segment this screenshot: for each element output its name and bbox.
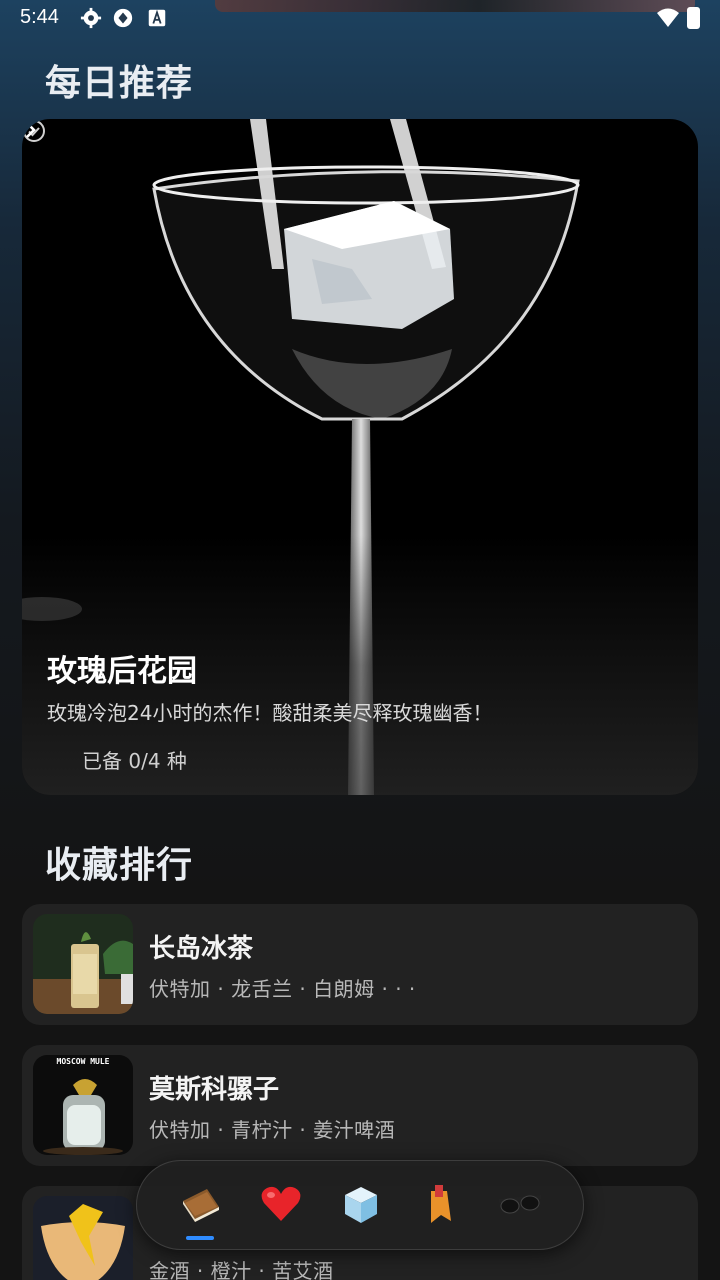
- ingredient-stock: 已备 0/4 种: [82, 749, 187, 773]
- status-time: 5:44: [20, 6, 59, 28]
- cocktail-thumbnail: [33, 1196, 133, 1280]
- item-ingredients: 伏特加 · 龙舌兰 · 白朗姆 · · ·: [149, 977, 416, 1001]
- ice-cube-icon[interactable]: [337, 1181, 383, 1227]
- tag-icon[interactable]: [417, 1181, 463, 1227]
- favorites-section-title: 收藏排行: [45, 845, 194, 886]
- sync-icon: [113, 8, 133, 28]
- item-name: 长岛冰茶: [149, 934, 254, 964]
- recipe-description: 玫瑰冷泡24小时的杰作！酸甜柔美尽释玫瑰幽香！: [47, 701, 493, 725]
- battery-icon: [687, 7, 700, 29]
- list-item[interactable]: MOSCOW MULE 莫斯科骡子 伏特加 · 青柠汁 · 姜汁啤酒: [22, 1045, 698, 1166]
- item-name: 莫斯科骡子: [149, 1075, 280, 1105]
- item-ingredients: 伏特加 · 青柠汁 · 姜汁啤酒: [149, 1118, 396, 1142]
- status-bar: 5:44: [0, 0, 720, 36]
- font-icon: [148, 9, 166, 27]
- long-island-thumbnail: [33, 914, 133, 1014]
- notebook-icon[interactable]: [177, 1181, 223, 1227]
- active-tab-indicator: [186, 1236, 214, 1240]
- daily-recipe-card[interactable]: 玫瑰后花园 玫瑰冷泡24小时的杰作！酸甜柔美尽释玫瑰幽香！ 已备 0/4 种: [22, 119, 698, 795]
- sunglasses-icon[interactable]: [497, 1181, 543, 1227]
- chevron-right-icon[interactable]: [22, 119, 40, 141]
- moscow-mule-thumbnail: MOSCOW MULE: [33, 1055, 133, 1155]
- settings-icon: [80, 7, 102, 29]
- item-ingredients: 金酒 · 橙汁 · 苦艾酒: [149, 1259, 334, 1280]
- image-peek: [215, 0, 695, 12]
- wifi-icon: [657, 8, 679, 27]
- daily-section-title: 每日推荐: [45, 63, 194, 104]
- thumbnail-caption: MOSCOW MULE: [56, 1057, 110, 1066]
- bottom-nav-bar: [136, 1160, 584, 1250]
- list-item[interactable]: 长岛冰茶 伏特加 · 龙舌兰 · 白朗姆 · · ·: [22, 904, 698, 1025]
- recipe-title: 玫瑰后花园: [47, 654, 197, 689]
- heart-icon[interactable]: [258, 1181, 304, 1227]
